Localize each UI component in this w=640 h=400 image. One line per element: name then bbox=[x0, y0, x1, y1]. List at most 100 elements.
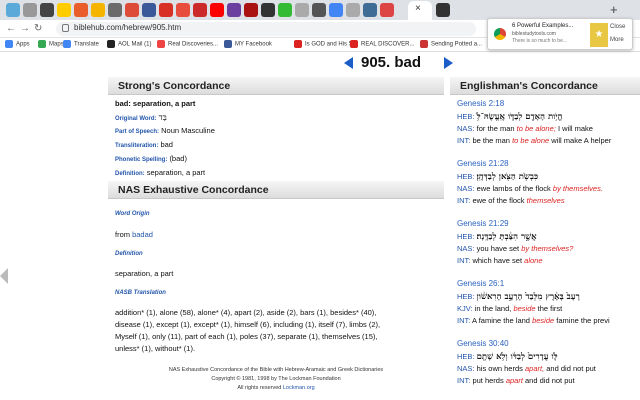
translation-text: his own herds bbox=[476, 364, 523, 373]
interlinear-label: INT: bbox=[457, 136, 471, 145]
bookmark-item[interactable]: REAL DISCOVER... bbox=[350, 40, 414, 48]
bookmark-item[interactable]: Maps bbox=[38, 40, 64, 48]
verse-reference-link[interactable]: Genesis 21:28 bbox=[457, 159, 509, 168]
bookmark-item[interactable]: Apps bbox=[5, 40, 30, 48]
chrome-icon bbox=[494, 28, 506, 40]
url-field[interactable]: biblehub.com/hebrew/905.htm bbox=[56, 22, 476, 36]
verse-reference-link[interactable]: Genesis 30:40 bbox=[457, 339, 509, 348]
browser-tab-favicon-icon[interactable] bbox=[363, 3, 377, 17]
browser-tab-favicon-icon[interactable] bbox=[23, 3, 37, 17]
forward-icon[interactable]: → bbox=[20, 23, 30, 34]
browser-tab-favicon-icon[interactable] bbox=[261, 3, 275, 17]
strongs-gloss: bad: separation, a part bbox=[115, 99, 196, 108]
bookmark-item[interactable]: Translate bbox=[63, 40, 99, 48]
verse-reference-link[interactable]: Genesis 26:1 bbox=[457, 279, 504, 288]
word-origin-link[interactable]: badad bbox=[132, 230, 153, 239]
hebrew-text: כִּבְשֹׂ֥ת הַצֹּ֖אן לְבַדְּהֶֽן׃ bbox=[476, 172, 539, 182]
browser-tab-favicon-icon[interactable] bbox=[278, 3, 292, 17]
browser-tab-favicon-icon[interactable] bbox=[329, 3, 343, 17]
bookmark-label: MY Facebook bbox=[235, 41, 272, 48]
verse-reference-link[interactable]: Genesis 2:18 bbox=[457, 99, 504, 108]
phonetic-row: Phonetic Spelling: (bad) bbox=[115, 154, 187, 163]
hebrew-text: רָעָב֙ בָּאָ֔רֶץ מִלְּבַד֙ הָרָעָ֣ב הָרִ… bbox=[476, 292, 580, 302]
notification-more-button[interactable]: More bbox=[610, 37, 624, 43]
definition-row: Definition: separation, a part bbox=[115, 168, 206, 177]
next-entry-arrow-icon[interactable] bbox=[444, 57, 453, 69]
browser-tab-favicon-icon[interactable] bbox=[312, 3, 326, 17]
notification-popup[interactable]: 6 Powerful Examples... biblestudytools.c… bbox=[487, 18, 633, 50]
browser-tab-favicon-icon[interactable] bbox=[346, 3, 360, 17]
browser-tab-favicon-icon[interactable] bbox=[244, 3, 258, 17]
active-tab[interactable]: × bbox=[408, 1, 432, 20]
highlighted-word: to be alone; bbox=[516, 124, 556, 133]
strongs-panel: Strong's Concordance bad: separation, a … bbox=[108, 77, 444, 400]
verse-reference-link[interactable]: Genesis 21:29 bbox=[457, 219, 509, 228]
highlighted-word: by themselves? bbox=[521, 244, 574, 253]
heb-label: HEB: bbox=[457, 112, 475, 121]
browser-tab-strip: × + bbox=[0, 0, 640, 20]
browser-tab-favicon-icon[interactable] bbox=[380, 3, 394, 17]
back-icon[interactable]: ← bbox=[6, 23, 16, 34]
browser-tab-favicon-icon[interactable] bbox=[74, 3, 88, 17]
browser-tab-favicon-icon[interactable] bbox=[6, 3, 20, 17]
bookmark-item[interactable]: Is GOD and His S... bbox=[294, 40, 358, 48]
translation-label: NAS: bbox=[457, 244, 475, 253]
nas-definition-label: Definition bbox=[115, 251, 143, 257]
browser-tab-favicon-icon[interactable] bbox=[40, 3, 54, 17]
bookmark-item[interactable]: Real Discoveries... bbox=[157, 40, 218, 48]
bookmark-item[interactable]: MY Facebook bbox=[224, 40, 272, 48]
englishmans-panel: Englishman's Concordance Genesis 2:18 HEB… bbox=[450, 77, 640, 400]
bookmark-label: Maps bbox=[49, 41, 64, 48]
browser-tab-favicon-icon[interactable] bbox=[176, 3, 190, 17]
browser-tab-favicon-icon[interactable] bbox=[210, 3, 224, 17]
lock-icon bbox=[62, 24, 69, 32]
bookmark-item[interactable]: Sending Potted a... bbox=[420, 40, 482, 48]
notification-thumbnail-icon: ★ bbox=[590, 23, 608, 47]
browser-tab-favicon-icon[interactable] bbox=[436, 3, 450, 17]
highlighted-word: beside bbox=[513, 304, 536, 313]
translation-text: I will make bbox=[557, 124, 593, 133]
notification-title: 6 Powerful Examples... bbox=[512, 23, 574, 29]
bookmark-label: Real Discoveries... bbox=[168, 41, 219, 48]
nasb-translation-line: Myself (1), only (11), part of each (1),… bbox=[115, 332, 378, 341]
highlighted-word: beside bbox=[532, 316, 555, 325]
browser-tab-favicon-icon[interactable] bbox=[142, 3, 156, 17]
lockman-link[interactable]: Lockman.org bbox=[283, 385, 315, 391]
heb-label: HEB: bbox=[457, 232, 475, 241]
bookmark-favicon-icon bbox=[157, 40, 165, 48]
bookmark-favicon-icon bbox=[420, 40, 428, 48]
interlinear-text: and did not put bbox=[525, 376, 575, 385]
nasb-translation-label: NASB Translation bbox=[115, 290, 166, 296]
browser-tab-favicon-icon[interactable] bbox=[57, 3, 71, 17]
url-text: biblehub.com/hebrew/905.htm bbox=[74, 23, 182, 32]
browser-tab-favicon-icon[interactable] bbox=[91, 3, 105, 17]
highlighted-word: themselves bbox=[526, 196, 565, 205]
notification-close-button[interactable]: Close bbox=[610, 24, 625, 30]
interlinear-label: INT: bbox=[457, 376, 471, 385]
browser-tab-favicon-icon[interactable] bbox=[295, 3, 309, 17]
side-back-arrow-icon[interactable] bbox=[0, 268, 8, 284]
copyright-line: NAS Exhaustive Concordance of the Bible … bbox=[168, 367, 384, 373]
bookmark-label: AOL Mail (1) bbox=[118, 41, 152, 48]
nasb-translation-line: disease (1), except (1), except* (1), hi… bbox=[115, 320, 381, 329]
browser-tab-favicon-icon[interactable] bbox=[108, 3, 122, 17]
close-tab-icon[interactable]: × bbox=[415, 3, 421, 14]
translation-text: ewe lambs of the flock bbox=[476, 184, 551, 193]
reload-icon[interactable]: ↻ bbox=[34, 23, 42, 34]
interlinear-text: will make A helper bbox=[551, 136, 612, 145]
browser-tab-favicon-icon[interactable] bbox=[125, 3, 139, 17]
bookmark-label: Translate bbox=[74, 41, 99, 48]
browser-tab-favicon-icon[interactable] bbox=[227, 3, 241, 17]
entry-heading: 905. bad bbox=[340, 54, 470, 72]
browser-tab-favicon-icon[interactable] bbox=[159, 3, 173, 17]
interlinear-text: ewe of the flock bbox=[472, 196, 525, 205]
new-tab-button[interactable]: + bbox=[610, 2, 618, 17]
notification-site: biblestudytools.com bbox=[512, 31, 556, 37]
notification-body: There is so much to be... bbox=[512, 38, 568, 44]
bookmark-favicon-icon bbox=[350, 40, 358, 48]
previous-entry-arrow-icon[interactable] bbox=[344, 57, 353, 69]
strongs-header-label: Strong's Concordance bbox=[118, 80, 231, 92]
browser-tab-favicon-icon[interactable] bbox=[193, 3, 207, 17]
copyright-line: All rights reserved Lockman.org bbox=[237, 385, 315, 391]
bookmark-item[interactable]: AOL Mail (1) bbox=[107, 40, 151, 48]
